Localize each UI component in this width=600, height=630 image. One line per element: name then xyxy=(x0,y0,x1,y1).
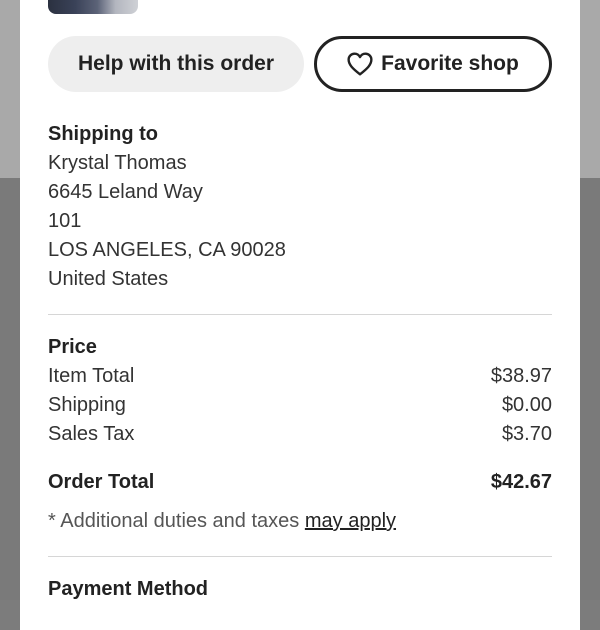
favorite-shop-label: Favorite shop xyxy=(381,52,519,75)
shipping-unit: 101 xyxy=(48,210,82,232)
duties-note-text: * Additional duties and taxes xyxy=(48,510,300,532)
divider xyxy=(48,314,552,315)
price-row-label: Shipping xyxy=(48,394,126,416)
help-with-order-button[interactable]: Help with this order xyxy=(48,36,304,92)
order-details-sheet: Help with this order Favorite shop Shipp… xyxy=(20,0,580,630)
order-total-label: Order Total xyxy=(48,471,155,493)
help-with-order-label: Help with this order xyxy=(77,52,274,75)
price-row-label: Sales Tax xyxy=(48,423,135,445)
shipping-city-state-zip: LOS ANGELES, CA 90028 xyxy=(48,239,286,261)
shipping-country: United States xyxy=(48,268,169,290)
price-row-value: $38.97 xyxy=(490,365,552,387)
price-row-shipping: Shipping $0.00 xyxy=(48,394,552,417)
heart-icon xyxy=(347,52,373,76)
price-row-item-total: Item Total $38.97 xyxy=(48,365,552,388)
order-item-thumbnail[interactable] xyxy=(48,0,138,14)
order-total-row: Order Total $42.67 xyxy=(48,471,552,494)
may-apply-link[interactable]: may apply xyxy=(305,510,396,532)
price-title: Price xyxy=(48,336,97,358)
divider xyxy=(48,556,552,557)
duties-note: * Additional duties and taxes may apply xyxy=(48,510,396,533)
price-row-sales-tax: Sales Tax $3.70 xyxy=(48,423,552,446)
shipping-name: Krystal Thomas xyxy=(48,152,187,174)
shipping-street: 6645 Leland Way xyxy=(48,181,203,203)
price-row-value: $0.00 xyxy=(501,394,552,416)
shipping-title: Shipping to xyxy=(48,123,158,145)
favorite-shop-button[interactable]: Favorite shop xyxy=(314,36,552,92)
price-row-value: $3.70 xyxy=(501,423,552,445)
order-total-value: $42.67 xyxy=(490,471,552,493)
price-row-label: Item Total xyxy=(48,365,135,387)
payment-method-title: Payment Method xyxy=(48,578,209,600)
